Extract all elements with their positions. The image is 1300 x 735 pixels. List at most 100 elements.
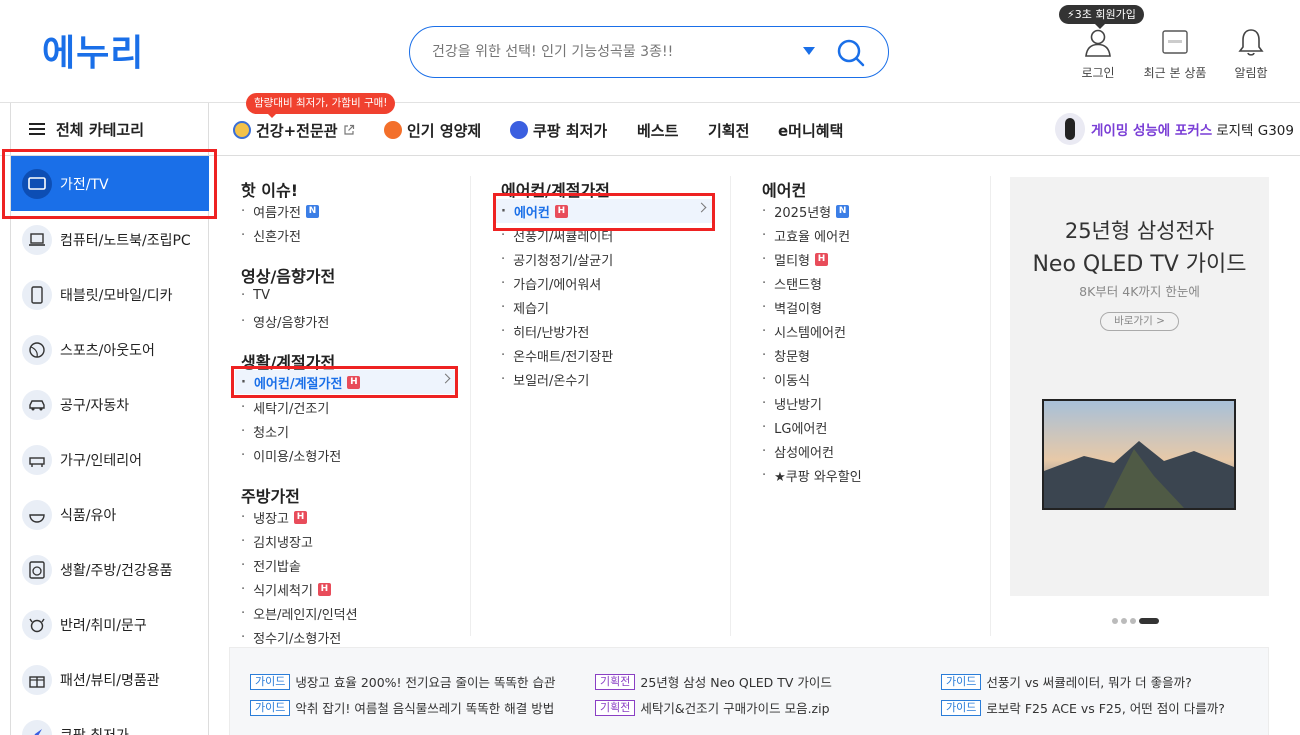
search-input[interactable]: [432, 41, 792, 63]
banner-dot-active[interactable]: [1139, 618, 1159, 624]
tv-icon: [22, 168, 52, 199]
tab-emoney-label: e머니혜택: [778, 121, 844, 140]
all-categories-button[interactable]: 전체 카테고리: [10, 103, 209, 156]
recent-products-label: 최근 본 상품: [1143, 66, 1207, 80]
signup-badge[interactable]: ⚡3초 회원가입: [1059, 5, 1144, 29]
sidebar-item-label: 생활/주방/건강용품: [60, 562, 173, 579]
menu-item[interactable]: ★쿠팡 와우할인: [762, 466, 862, 485]
guide-link[interactable]: 가이드 로보락 F25 ACE vs F25, 어떤 점이 다를까?: [941, 698, 1225, 717]
sidebar-item-fashion[interactable]: 패션/뷰티/명품관: [11, 652, 209, 707]
hot-badge: H: [317, 583, 331, 596]
sidebar-item-furniture[interactable]: 가구/인테리어: [11, 432, 209, 487]
tab-popular-supplements[interactable]: 인기 영양제: [384, 118, 481, 142]
menu-item-selected-aircon-seasonal[interactable]: 에어컨/계절가전 H: [235, 370, 457, 394]
sidebar-item-living[interactable]: 생활/주방/건강용품: [11, 542, 209, 597]
tab-health-plus[interactable]: 건강+전문관: [233, 118, 355, 142]
menu-item[interactable]: 식기세척기 H: [241, 580, 331, 599]
sidebar-item-tools-car[interactable]: 공구/자동차: [11, 377, 209, 432]
tab-popular-supplements-label: 인기 영양제: [407, 121, 482, 140]
menu-item-label: 히터/난방가전: [513, 326, 590, 341]
sidebar-item-coupang[interactable]: 쿠팡 최저가: [11, 707, 209, 735]
menu-item[interactable]: 고효율 에어컨: [762, 226, 850, 245]
menu-item[interactable]: TV: [241, 288, 270, 303]
menu-item[interactable]: 시스템에어컨: [762, 322, 846, 341]
guide-link[interactable]: 가이드 선풍기 vs 써큘레이터, 뭐가 더 좋을까?: [941, 672, 1192, 691]
menu-item[interactable]: 오븐/레인지/인덕션: [241, 604, 357, 623]
menu-item[interactable]: 청소기: [241, 422, 289, 441]
menu-item-label: 전기밥솥: [253, 560, 301, 575]
column-divider: [470, 176, 471, 636]
sidebar-item-label: 가전/TV: [60, 176, 109, 193]
menu-item[interactable]: 냉장고 H: [241, 508, 308, 527]
menu-item[interactable]: 공기청정기/살균기: [501, 250, 613, 269]
menu-item[interactable]: 김치냉장고: [241, 532, 313, 551]
car-icon: [22, 389, 52, 420]
menu-item[interactable]: 가습기/에어워셔: [501, 274, 601, 293]
sidebar-item-computer[interactable]: 컴퓨터/노트북/조립PC: [11, 212, 209, 267]
group-av-title: 영상/음향가전: [241, 267, 336, 286]
menu-item[interactable]: 벽걸이형: [762, 298, 822, 317]
tab-emoney[interactable]: e머니혜택: [778, 118, 843, 142]
menu-item[interactable]: 냉난방기: [762, 394, 822, 413]
sidebar-item-appliance-tv[interactable]: 가전/TV: [11, 156, 209, 211]
guide-link[interactable]: 기획전 25년형 삼성 Neo QLED TV 가이드: [595, 672, 832, 691]
menu-item-label: 제습기: [513, 302, 550, 317]
menu-item[interactable]: 선풍기/써큘레이터: [501, 226, 613, 245]
mouse-icon: [1055, 113, 1085, 145]
header: 에누리 ⚡3초 회원가입 로그인 최근 본 상품 알림함: [0, 0, 1300, 103]
menu-item[interactable]: 정수기/소형가전: [241, 628, 341, 647]
menu-item[interactable]: 스탠드형: [762, 274, 822, 293]
menu-item[interactable]: 2025년형 N: [762, 202, 850, 221]
search-dropdown-icon[interactable]: [803, 47, 815, 55]
guide-link[interactable]: 가이드 냉장고 효율 200%! 전기요금 줄이는 똑똑한 습관: [250, 672, 555, 691]
menu-item-label: 정수기/소형가전: [253, 632, 342, 647]
banner-dot[interactable]: [1130, 618, 1136, 624]
menu-item[interactable]: 신혼가전: [241, 226, 301, 245]
group-kitchen-title: 주방가전: [241, 487, 300, 506]
menu-item[interactable]: 이동식: [762, 370, 810, 389]
sidebar-item-sports[interactable]: 스포츠/아웃도어: [11, 322, 209, 377]
guide-link[interactable]: 기획전 세탁기&건조기 구매가이드 모음.zip: [595, 698, 830, 717]
recent-products-button[interactable]: 최근 본 상품: [1140, 26, 1210, 81]
tab-best[interactable]: 베스트: [637, 118, 678, 142]
guide-link[interactable]: 가이드 악취 잡기! 여름철 음식물쓰레기 똑똑한 해결 방법: [250, 698, 554, 717]
guide-link-text: 로보락 F25 ACE vs F25, 어떤 점이 다를까?: [986, 701, 1225, 716]
new-badge: N: [305, 205, 319, 218]
menu-item-label: 에어컨: [513, 205, 550, 221]
banner-pagination: [1112, 618, 1159, 624]
login-button[interactable]: 로그인: [1063, 26, 1133, 81]
notifications-button[interactable]: 알림함: [1216, 26, 1286, 81]
banner-subtitle: 8K부터 4K까지 한눈에: [1079, 284, 1200, 299]
promo-tooltip: 함량대비 최저가, 가함비 구매!: [246, 93, 396, 118]
menu-item[interactable]: 온수매트/전기장판: [501, 346, 613, 365]
menu-item[interactable]: 여름가전 N: [241, 202, 319, 221]
menu-item[interactable]: 이미용/소형가전: [241, 446, 341, 465]
banner-dot[interactable]: [1112, 618, 1118, 624]
menu-item-selected-aircon[interactable]: 에어컨 H: [495, 199, 713, 223]
enuri-logo[interactable]: 에누리: [42, 33, 144, 75]
sidebar-item-tablet[interactable]: 태블릿/모바일/디카: [11, 267, 209, 322]
promo-banner[interactable]: 25년형 삼성전자 Neo QLED TV 가이드 8K부터 4K까지 한눈에 …: [1010, 177, 1269, 596]
menu-item[interactable]: 히터/난방가전: [501, 322, 589, 341]
plan-tag: 기획전: [595, 699, 636, 716]
tab-promotions[interactable]: 기획전: [708, 118, 749, 142]
menu-item[interactable]: 전기밥솥: [241, 556, 301, 575]
menu-item-label: 이미용/소형가전: [253, 450, 342, 465]
banner-dot[interactable]: [1121, 618, 1127, 624]
search-icon[interactable]: [835, 37, 867, 69]
menu-item-label: TV: [253, 288, 270, 303]
ad-logitech[interactable]: 게이밍 성능에 포커스 로지텍 G309: [1055, 113, 1294, 145]
menu-item[interactable]: 멀티형 H: [762, 250, 829, 269]
tab-coupang-lowest[interactable]: 쿠팡 최저가: [510, 118, 607, 142]
menu-item[interactable]: LG에어컨: [762, 418, 827, 437]
menu-item[interactable]: 제습기: [501, 298, 549, 317]
menu-item[interactable]: 보일러/온수기: [501, 370, 589, 389]
menu-item[interactable]: 삼성에어컨: [762, 442, 834, 461]
menu-item[interactable]: 창문형: [762, 346, 810, 365]
menu-item-label: 온수매트/전기장판: [513, 350, 614, 365]
sidebar-item-food-baby[interactable]: 식품/유아: [11, 487, 209, 542]
menu-item[interactable]: 세탁기/건조기: [241, 398, 329, 417]
menu-item[interactable]: 영상/음향가전: [241, 312, 329, 331]
banner-go-button[interactable]: 바로가기 >: [1100, 312, 1179, 331]
sidebar-item-pet-hobby[interactable]: 반려/취미/문구: [11, 597, 209, 652]
